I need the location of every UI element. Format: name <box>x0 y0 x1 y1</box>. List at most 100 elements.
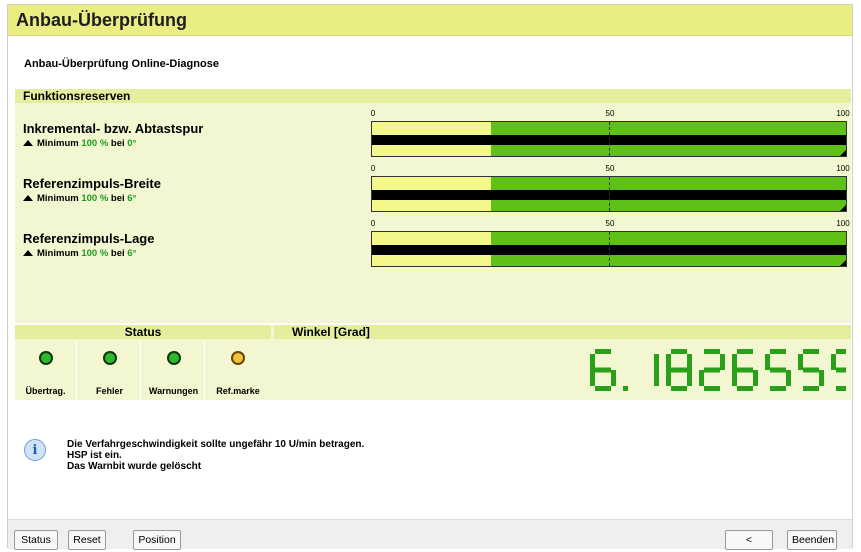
reserve-row-ref-width: Referenzimpuls-Breite Minimum 100 % bei … <box>15 164 851 216</box>
segment-d <box>770 386 786 391</box>
segment-g <box>770 367 786 373</box>
message-line: Die Verfahrgeschwindigkeit sollte ungefä… <box>67 439 365 450</box>
status-led-icon <box>231 351 245 365</box>
segment-b <box>654 354 659 370</box>
segment-g <box>836 367 846 373</box>
segment-g <box>595 367 611 373</box>
message-line: HSP ist ein. <box>67 450 122 461</box>
info-icon: i <box>24 439 46 461</box>
segment-d <box>595 386 611 391</box>
status-led-icon <box>102 351 117 365</box>
reserve-name: Referenzimpuls-Breite <box>23 176 161 191</box>
lamp-transfer: Übertrag. <box>15 341 77 400</box>
reserve-name: Inkremental- bzw. Abtastspur <box>23 121 204 136</box>
status-angle-area: Status Winkel [Grad] Übertrag. Fehler Wa… <box>15 325 851 400</box>
tick-0: 0 <box>370 219 376 228</box>
reserve-row-incremental: Inkremental- bzw. Abtastspur Minimum 100… <box>15 109 851 161</box>
gauge-midline <box>609 232 610 266</box>
gauge-bar <box>371 121 847 157</box>
segment-e <box>666 370 671 386</box>
status-header: Status <box>15 325 271 339</box>
lamp-error: Fehler <box>79 341 141 400</box>
segment-d <box>704 386 720 391</box>
digit-8 <box>666 349 692 391</box>
digit-5 <box>831 349 846 391</box>
segment-d <box>737 386 753 391</box>
page-title: Anbau-Überprüfung <box>16 10 187 30</box>
segment-e <box>699 370 704 386</box>
minimum-value: 100 % <box>81 138 109 149</box>
lamp-label: Ref.marke <box>216 386 260 396</box>
function-reserves-panel: Funktionsreserven Inkremental- bzw. Abta… <box>15 89 851 323</box>
segment-c <box>687 370 692 386</box>
segment-g <box>737 367 753 373</box>
segment-b <box>720 354 725 370</box>
position-button[interactable]: Position <box>133 530 181 550</box>
title-bar: Anbau-Überprüfung <box>8 5 852 36</box>
at-label: bei <box>110 193 125 204</box>
segment-b <box>687 354 692 370</box>
function-reserves-header: Funktionsreserven <box>15 89 851 103</box>
segment-f <box>590 354 595 370</box>
reserve-minimum: Minimum 100 % bei 0° <box>23 138 136 149</box>
segment-d <box>671 386 687 391</box>
segment-g <box>803 367 819 373</box>
digit-1 <box>654 354 659 386</box>
lamp-label: Übertrag. <box>25 386 66 396</box>
gauge-bar <box>371 176 847 212</box>
segment-f <box>831 354 836 370</box>
end-button[interactable]: Beenden <box>787 530 837 550</box>
minimum-value: 100 % <box>81 193 109 204</box>
segment-d <box>803 386 819 391</box>
footer-toolbar: Status Reset Position < Zurück Beenden <box>8 519 852 550</box>
angle-seven-segment-display <box>590 349 846 391</box>
segment-e <box>590 370 595 386</box>
gauge-corner-marker <box>840 260 846 266</box>
segment-c <box>753 370 758 386</box>
segment-c <box>611 370 616 386</box>
status-led-icon <box>38 351 53 365</box>
segment-a <box>803 349 819 354</box>
minimum-angle: 0° <box>127 138 137 149</box>
message-line: Das Warnbit wurde gelöscht <box>67 461 202 472</box>
reserve-gauge: 0 50 100 <box>370 109 850 161</box>
lamp-label: Fehler <box>95 386 123 396</box>
segment-a <box>737 349 753 354</box>
reset-button[interactable]: Reset <box>68 530 106 550</box>
status-button[interactable]: Status <box>14 530 58 550</box>
dialog-window: Anbau-Überprüfung Anbau-Überprüfung Onli… <box>7 4 853 550</box>
minimum-angle: 6° <box>127 193 137 204</box>
gauge-midline <box>609 122 610 156</box>
segment-c <box>819 370 824 386</box>
segment-a <box>671 349 687 354</box>
tick-100: 100 <box>836 109 850 118</box>
gauge-corner-marker <box>840 205 846 211</box>
tick-100: 100 <box>836 164 850 173</box>
reserve-gauge: 0 50 100 <box>371 164 850 216</box>
segment-f <box>666 354 671 370</box>
minimum-label: Minimum <box>37 138 79 149</box>
tick-50: 50 <box>605 109 615 118</box>
page-subtitle: Anbau-Überprüfung Online-Diagnose <box>24 58 219 70</box>
lamp-ref-mark: Ref.marke <box>207 341 269 400</box>
digit-6 <box>732 349 758 391</box>
lamp-label: Warnungen <box>148 386 199 396</box>
minimum-label: Minimum <box>37 248 79 259</box>
at-label: bei <box>110 248 125 259</box>
angle-header: Winkel [Grad] <box>274 325 851 339</box>
triangle-up-icon <box>23 140 33 146</box>
back-button[interactable]: < Zurück <box>725 530 773 550</box>
digit-5 <box>798 349 824 391</box>
segment-g <box>671 367 687 373</box>
tick-50: 50 <box>605 219 615 228</box>
at-label: bei <box>110 138 125 149</box>
gauge-bar <box>371 231 847 267</box>
tick-0: 0 <box>370 109 376 118</box>
segment-f <box>798 354 803 370</box>
message-lines: Die Verfahrgeschwindigkeit sollte ungefä… <box>67 439 487 472</box>
decimal-point <box>623 386 628 391</box>
segment-d <box>836 386 846 391</box>
digit-6 <box>590 349 616 391</box>
status-lamps: Übertrag. Fehler Warnungen Ref.marke <box>15 341 271 400</box>
segment-f <box>732 354 737 370</box>
